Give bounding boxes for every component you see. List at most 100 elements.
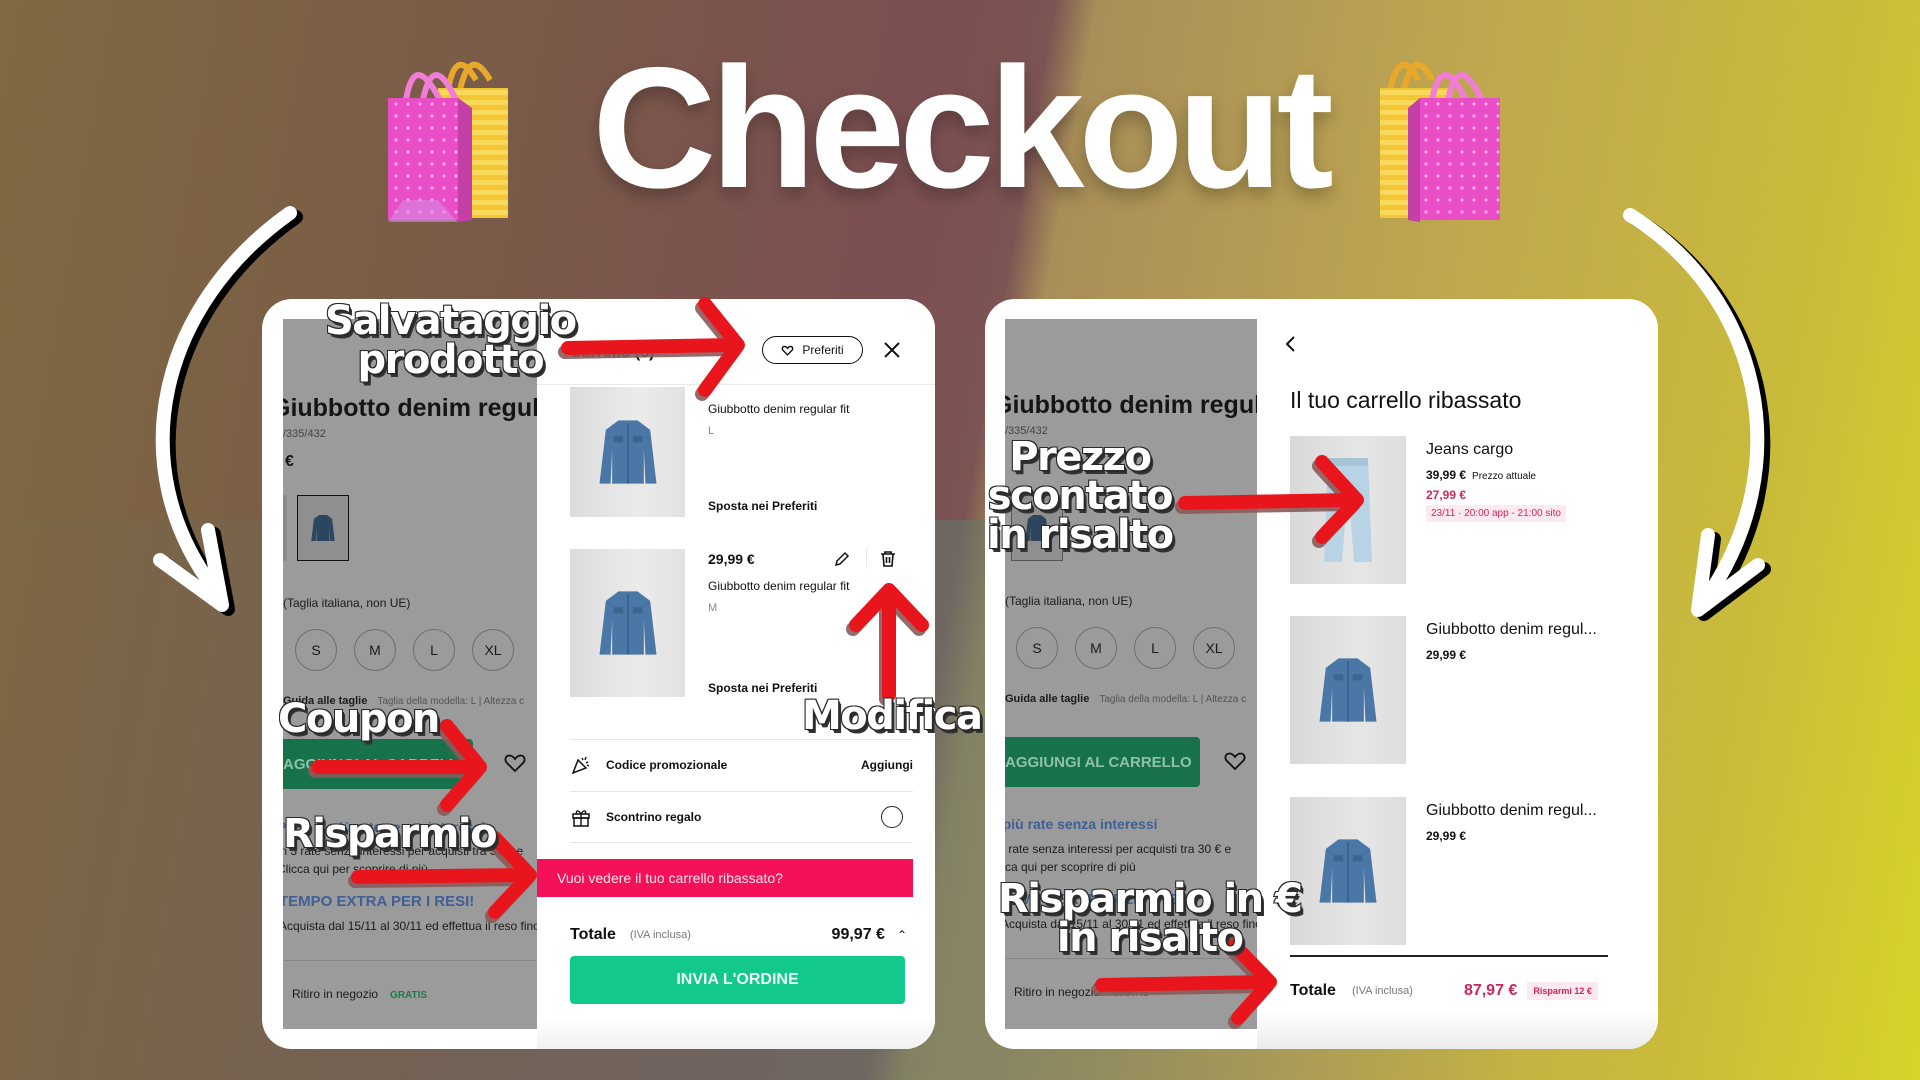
headline-title: Checkout xyxy=(592,32,1334,224)
item-name: Jeans cargo xyxy=(1426,441,1514,458)
installments-title[interactable]: Paga in più rate senza interessi xyxy=(1005,816,1158,832)
total-row: Totale (IVA inclusa) 99,97 € ⌃ xyxy=(570,923,913,947)
product-image[interactable] xyxy=(1290,436,1406,584)
submit-order-button[interactable]: INVIA L'ORDINE xyxy=(570,956,905,1004)
product-price: € xyxy=(285,453,294,470)
size-option[interactable]: XL xyxy=(1193,627,1235,669)
heart-icon[interactable] xyxy=(1223,749,1247,773)
size-guide-row: Guida alle taglie Taglia della modella: L… xyxy=(1005,693,1246,705)
size-option[interactable]: M xyxy=(354,629,396,671)
add-to-cart-button[interactable]: AGGIUNGI AL CARRELLO xyxy=(1005,737,1200,787)
total-label: Totale xyxy=(570,926,616,943)
store-pickup-label: Ritiro in negozio xyxy=(1014,985,1101,999)
size-option[interactable]: XL xyxy=(472,629,514,671)
favorites-button[interactable]: Preferiti xyxy=(762,336,863,364)
jacket-icon xyxy=(311,515,335,541)
close-icon[interactable] xyxy=(881,339,903,361)
annotation-text: Risparmio xyxy=(282,811,499,857)
annotation-text: Modifica xyxy=(801,693,984,739)
promo-code-row[interactable]: Codice promozionale Aggiungi xyxy=(570,739,913,789)
divider xyxy=(866,549,867,567)
savings-badge: Risparmi 12 € xyxy=(1527,982,1598,1000)
size-selector: S M L XL xyxy=(295,629,514,671)
product-thumbnail[interactable] xyxy=(283,495,287,561)
product-title: Giubbotto denim regular xyxy=(1005,391,1257,419)
cart-panel: Carrello (3) Preferiti Giubbotto denim r… xyxy=(537,299,935,1049)
item-current-price: 39,99 € Prezzo attuale xyxy=(1426,468,1536,482)
item-name: Giubbotto denim regular fit xyxy=(708,402,850,416)
discounted-cart-panel: Il tuo carrello ribassato Jeans cargo 39… xyxy=(1257,299,1658,1049)
extra-returns-title: TEMPO EXTRA PER I RESI! xyxy=(283,893,475,910)
size-selector: S M L XL xyxy=(1016,627,1235,669)
size-option[interactable]: M xyxy=(1075,627,1117,669)
heart-icon[interactable] xyxy=(503,751,527,775)
store-pickup-row: Ritiro in negozio GRATIS xyxy=(292,987,427,1001)
shopping-bags-icon xyxy=(1380,61,1500,222)
item-price: 29,99 € xyxy=(708,551,755,567)
product-image[interactable] xyxy=(1290,616,1406,764)
model-info: Taglia della modella: L | Altezza c xyxy=(1099,694,1247,705)
panel-shadow xyxy=(537,1019,935,1049)
item-size: L xyxy=(708,425,715,437)
jacket-image xyxy=(1319,658,1377,722)
divider xyxy=(570,842,913,843)
annotation-text: Coupon xyxy=(277,696,441,742)
item-size: M xyxy=(708,602,718,614)
size-option[interactable]: S xyxy=(1016,627,1058,669)
installments-link[interactable]: Clicca qui per scoprire di più xyxy=(1005,858,1231,876)
store-pickup-row: Ritiro in negozio GRATIS xyxy=(1014,985,1149,999)
annotation-text: Prezzo scontato in risalto xyxy=(986,434,1175,559)
size-option[interactable]: S xyxy=(295,629,337,671)
gift-receipt-label: Scontrino regalo xyxy=(606,809,702,824)
product-title: Giubbotto denim regular xyxy=(283,394,537,422)
annotation-savings-euro: Risparmio in € in risalto xyxy=(997,878,1304,959)
size-option[interactable]: L xyxy=(1134,627,1176,669)
vat-note: (IVA inclusa) xyxy=(1351,985,1413,997)
size-system-label: (Taglia italiana, non UE) xyxy=(283,596,411,610)
product-thumbnail-selected[interactable] xyxy=(297,495,349,561)
gift-icon xyxy=(572,809,590,827)
item-name: Giubbotto denim regular fit xyxy=(708,579,850,593)
item-discounted-price: 27,99 € xyxy=(1426,488,1467,502)
back-chevron-icon[interactable] xyxy=(1281,333,1301,355)
chevron-up-icon[interactable]: ⌃ xyxy=(897,928,907,942)
installments-line: In 3 rate senza interessi per acquisti t… xyxy=(1005,842,1232,856)
promo-code-label: Codice promozionale xyxy=(606,757,728,772)
discounted-cart-banner[interactable]: Vuoi vedere il tuo carrello ribassato? xyxy=(537,859,913,897)
product-page-overlay: Giubbotto denim regular /335/432 € (Tagl… xyxy=(283,319,537,1029)
gift-receipt-radio[interactable] xyxy=(881,805,903,828)
discounted-cart-title: Il tuo carrello ribassato xyxy=(1290,387,1522,413)
annotation-edit: Modifica xyxy=(801,695,984,737)
party-popper-icon xyxy=(571,756,590,774)
item-current-price: 29,99 € xyxy=(1426,648,1467,662)
product-image[interactable] xyxy=(570,387,685,517)
product-image[interactable] xyxy=(570,549,685,697)
move-to-favorites-link[interactable]: Sposta nei Preferiti xyxy=(708,681,817,695)
annotation-savings: Risparmio xyxy=(282,813,499,855)
cart-screenshot-card: Giubbotto denim regular /335/432 € (Tagl… xyxy=(262,299,935,1049)
vat-note: (IVA inclusa) xyxy=(629,929,691,941)
heart-icon xyxy=(781,345,794,356)
item-name: Giubbotto denim regul... xyxy=(1426,621,1597,638)
product-image[interactable] xyxy=(1290,797,1406,945)
add-to-cart-button[interactable]: AGGIUNGI AL CARRELLO xyxy=(283,739,473,789)
pencil-icon[interactable] xyxy=(832,549,852,569)
promo-code-add-link[interactable]: Aggiungi xyxy=(861,758,913,772)
gift-receipt-row: Scontrino regalo xyxy=(570,791,913,841)
divider xyxy=(1290,955,1608,957)
jacket-image xyxy=(1319,839,1377,903)
product-reference: /335/432 xyxy=(283,428,326,440)
store-pickup-price: GRATIS xyxy=(390,990,428,1001)
size-system-label: (Taglia italiana, non UE) xyxy=(1005,594,1133,608)
store-pickup-price: GRATIS xyxy=(1112,988,1150,999)
size-guide-link[interactable]: Guida alle taglie xyxy=(1005,693,1089,705)
move-to-favorites-link[interactable]: Sposta nei Preferiti xyxy=(708,499,817,513)
annotation-save-product: Salvataggio prodotto xyxy=(324,300,578,381)
annotation-text: Salvataggio prodotto xyxy=(324,298,578,384)
cart-header: Carrello (3) Preferiti xyxy=(537,299,935,385)
trash-icon[interactable] xyxy=(878,549,898,569)
total-row: Totale (IVA inclusa) 87,97 € Risparmi 12… xyxy=(1290,979,1638,1003)
installments-link[interactable]: Clicca qui per scoprire di più xyxy=(283,860,523,878)
total-label: Totale xyxy=(1290,982,1336,999)
size-option[interactable]: L xyxy=(413,629,455,671)
